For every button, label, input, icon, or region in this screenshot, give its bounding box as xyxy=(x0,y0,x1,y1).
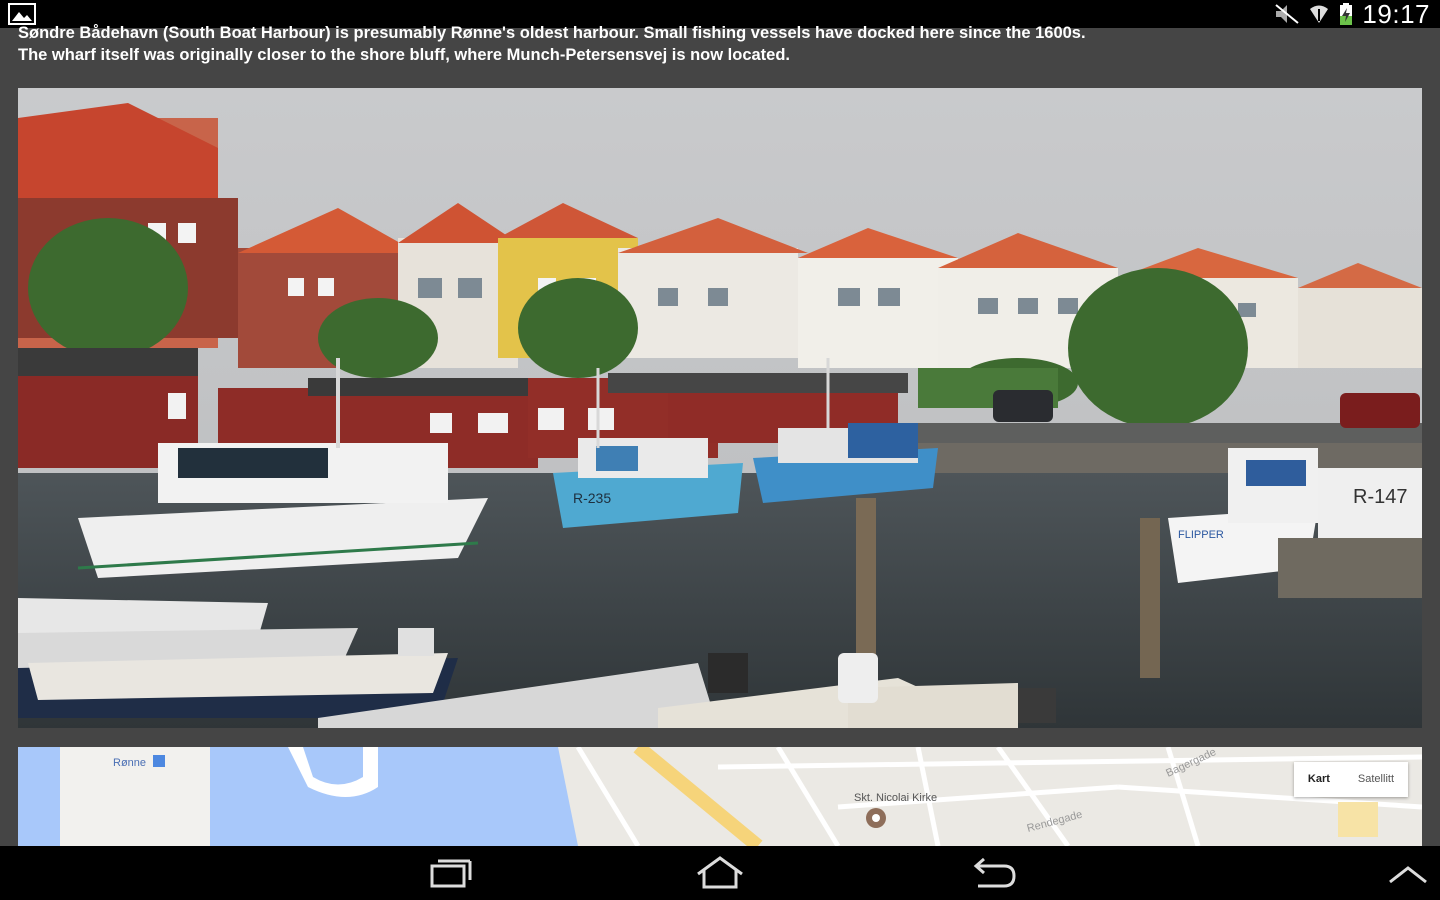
description-line-2: The wharf itself was originally closer t… xyxy=(18,46,791,64)
map-preview[interactable]: Rønne Skt. Nicolai Kirke Bagergade Rende… xyxy=(18,747,1422,846)
harbour-photo-illustration: R-235 FLIPPER R-147 xyxy=(18,88,1422,728)
map-label-church: Skt. Nicolai Kirke xyxy=(854,792,937,804)
transit-icon xyxy=(153,755,165,767)
mooring-post-2 xyxy=(1140,518,1160,678)
boat-label-3: FLIPPER xyxy=(1178,529,1224,541)
map-type-toggle[interactable]: Kart Satellitt xyxy=(1293,762,1408,797)
map-tiles: Rønne Skt. Nicolai Kirke Bagergade Rende… xyxy=(18,747,1422,846)
navigation-bar xyxy=(0,846,1440,900)
harbour-photo[interactable]: R-235 FLIPPER R-147 xyxy=(18,88,1422,728)
pier xyxy=(1278,538,1422,598)
content-area[interactable]: Søndre Bådehavn (South Boat Harbour) is … xyxy=(0,24,1440,846)
boat-label-1: R-235 xyxy=(573,490,611,506)
recent-apps-icon[interactable] xyxy=(420,854,480,892)
description-text: Søndre Bådehavn (South Boat Harbour) is … xyxy=(18,22,1418,66)
car-dark xyxy=(993,390,1053,422)
car-red xyxy=(1340,393,1420,428)
mooring-post-1 xyxy=(856,498,876,658)
description-line-1: Søndre Bådehavn (South Boat Harbour) is … xyxy=(18,24,1086,42)
boat-label-2: R-147 xyxy=(1353,486,1407,508)
back-icon[interactable] xyxy=(962,854,1022,892)
map-type-map-button[interactable]: Kart xyxy=(1294,762,1344,797)
map-type-satellite-button[interactable]: Satellitt xyxy=(1344,762,1408,797)
home-icon[interactable] xyxy=(690,854,750,892)
map-label-ronne: Rønne xyxy=(113,757,146,769)
chevron-up-icon[interactable] xyxy=(1378,854,1438,892)
